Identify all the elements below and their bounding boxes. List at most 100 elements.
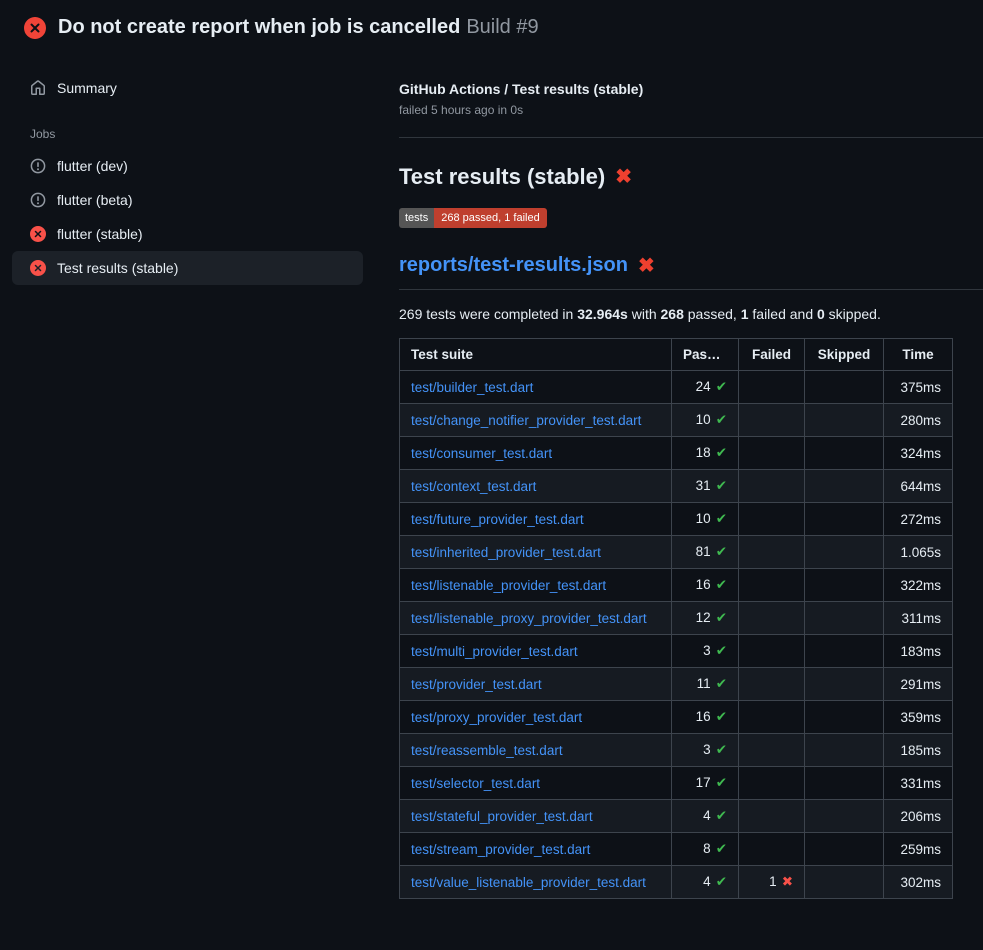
table-row: test/stateful_provider_test.dart 4✔ 206ms bbox=[400, 800, 953, 833]
passed-cell: 8✔ bbox=[672, 833, 739, 866]
failed-cell bbox=[739, 536, 805, 569]
table-row: test/builder_test.dart 24✔ 375ms bbox=[400, 371, 953, 404]
table-row: test/selector_test.dart17✔331ms bbox=[400, 767, 953, 800]
column-header-skipped: Skipped bbox=[805, 339, 884, 371]
skipped-cell bbox=[805, 635, 884, 668]
time-cell: 375ms bbox=[884, 371, 953, 404]
suite-cell: test/context_test.dart bbox=[400, 470, 672, 503]
failed-cell bbox=[739, 734, 805, 767]
sidebar-item-test-results-stable[interactable]: Test results (stable) bbox=[12, 251, 363, 285]
check-icon: ✔ bbox=[716, 808, 727, 823]
sidebar-item-label: flutter (beta) bbox=[57, 192, 132, 208]
test-suite-link[interactable]: test/change_notifier_provider_test.dart bbox=[411, 413, 641, 428]
failed-cell bbox=[739, 800, 805, 833]
x-circle-icon bbox=[30, 260, 46, 276]
passed-cell: 24✔ bbox=[672, 371, 739, 404]
sidebar-item-label: flutter (stable) bbox=[57, 226, 143, 242]
test-suite-link[interactable]: test/context_test.dart bbox=[411, 479, 536, 494]
tests-badge: tests 268 passed, 1 failed bbox=[399, 208, 547, 228]
check-icon: ✔ bbox=[716, 742, 727, 757]
report-file-link[interactable]: reports/test-results.json bbox=[399, 254, 628, 277]
skipped-cell bbox=[805, 866, 884, 899]
time-cell: 302ms bbox=[884, 866, 953, 899]
skipped-cell bbox=[805, 404, 884, 437]
skipped-cell bbox=[805, 536, 884, 569]
check-icon: ✔ bbox=[716, 709, 727, 724]
build-number: Build #9 bbox=[466, 16, 538, 38]
check-icon: ✔ bbox=[716, 676, 727, 691]
test-results-table: Test suitePassedFailedSkippedTime test/b… bbox=[399, 338, 953, 899]
check-icon: ✔ bbox=[716, 577, 727, 592]
summary-segment: passed, bbox=[684, 306, 741, 322]
badge-value: 268 passed, 1 failed bbox=[434, 208, 546, 228]
passed-cell: 10✔ bbox=[672, 503, 739, 536]
suite-cell: test/listenable_provider_test.dart bbox=[400, 569, 672, 602]
suite-cell: test/listenable_proxy_provider_test.dart bbox=[400, 602, 672, 635]
test-suite-link[interactable]: test/selector_test.dart bbox=[411, 776, 540, 791]
suite-cell: test/provider_test.dart bbox=[400, 668, 672, 701]
skipped-cell bbox=[805, 470, 884, 503]
failed-cell bbox=[739, 602, 805, 635]
suite-cell: test/proxy_provider_test.dart bbox=[400, 701, 672, 734]
time-cell: 206ms bbox=[884, 800, 953, 833]
passed-cell: 3✔ bbox=[672, 635, 739, 668]
time-cell: 324ms bbox=[884, 437, 953, 470]
test-suite-link[interactable]: test/listenable_proxy_provider_test.dart bbox=[411, 611, 647, 626]
check-icon: ✔ bbox=[716, 478, 727, 493]
neutral-status-icon bbox=[30, 192, 46, 208]
run-title: Do not create report when job is cancell… bbox=[58, 16, 460, 38]
table-row: test/listenable_proxy_provider_test.dart… bbox=[400, 602, 953, 635]
report-heading-wrap: reports/test-results.json ✖ bbox=[399, 254, 983, 290]
test-suite-link[interactable]: test/consumer_test.dart bbox=[411, 446, 552, 461]
test-suite-link[interactable]: test/value_listenable_provider_test.dart bbox=[411, 875, 646, 890]
check-icon: ✔ bbox=[716, 841, 727, 856]
skipped-cell bbox=[805, 668, 884, 701]
summary-segment: failed and bbox=[749, 306, 818, 322]
check-icon: ✔ bbox=[716, 775, 727, 790]
sidebar-item-flutter-dev[interactable]: flutter (dev) bbox=[12, 149, 363, 183]
test-suite-link[interactable]: test/inherited_provider_test.dart bbox=[411, 545, 601, 560]
test-suite-link[interactable]: test/proxy_provider_test.dart bbox=[411, 710, 582, 725]
skipped-cell bbox=[805, 371, 884, 404]
skipped-cell bbox=[805, 833, 884, 866]
table-row: test/reassemble_test.dart3✔185ms bbox=[400, 734, 953, 767]
table-row: test/inherited_provider_test.dart81✔1.06… bbox=[400, 536, 953, 569]
tests-summary-text: 269 tests were completed in 32.964s with… bbox=[399, 306, 952, 322]
test-suite-link[interactable]: test/reassemble_test.dart bbox=[411, 743, 563, 758]
skipped-cell bbox=[805, 437, 884, 470]
summary-segment: 32.964s bbox=[577, 306, 628, 322]
suite-cell: test/consumer_test.dart bbox=[400, 437, 672, 470]
test-suite-link[interactable]: test/stream_provider_test.dart bbox=[411, 842, 590, 857]
test-suite-link[interactable]: test/provider_test.dart bbox=[411, 677, 542, 692]
neutral-status-icon bbox=[30, 158, 46, 174]
table-row: test/change_notifier_provider_test.dart1… bbox=[400, 404, 953, 437]
sidebar-item-flutter-beta[interactable]: flutter (beta) bbox=[12, 183, 363, 217]
failed-cell bbox=[739, 371, 805, 404]
table-header-row: Test suitePassedFailedSkippedTime bbox=[400, 339, 953, 371]
time-cell: 291ms bbox=[884, 668, 953, 701]
test-suite-link[interactable]: test/multi_provider_test.dart bbox=[411, 644, 578, 659]
passed-cell: 3✔ bbox=[672, 734, 739, 767]
failed-cell bbox=[739, 668, 805, 701]
passed-cell: 16✔ bbox=[672, 701, 739, 734]
check-icon: ✔ bbox=[716, 874, 727, 889]
suite-cell: test/inherited_provider_test.dart bbox=[400, 536, 672, 569]
failed-cell bbox=[739, 437, 805, 470]
test-suite-link[interactable]: test/stateful_provider_test.dart bbox=[411, 809, 593, 824]
time-cell: 311ms bbox=[884, 602, 953, 635]
main-content: GitHub Actions / Test results (stable) f… bbox=[375, 53, 983, 899]
check-icon: ✔ bbox=[716, 445, 727, 460]
run-header: Do not create report when job is cancell… bbox=[0, 0, 983, 53]
column-header-test-suite: Test suite bbox=[400, 339, 672, 371]
test-suite-link[interactable]: test/builder_test.dart bbox=[411, 380, 533, 395]
table-row: test/provider_test.dart11✔291ms bbox=[400, 668, 953, 701]
table-row: test/value_listenable_provider_test.dart… bbox=[400, 866, 953, 899]
sidebar-item-summary[interactable]: Summary bbox=[12, 71, 363, 105]
passed-cell: 18✔ bbox=[672, 437, 739, 470]
passed-cell: 4✔ bbox=[672, 800, 739, 833]
test-suite-link[interactable]: test/listenable_provider_test.dart bbox=[411, 578, 606, 593]
skipped-cell bbox=[805, 800, 884, 833]
test-suite-link[interactable]: test/future_provider_test.dart bbox=[411, 512, 584, 527]
sidebar-item-flutter-stable[interactable]: flutter (stable) bbox=[12, 217, 363, 251]
x-circle-icon bbox=[30, 226, 46, 242]
